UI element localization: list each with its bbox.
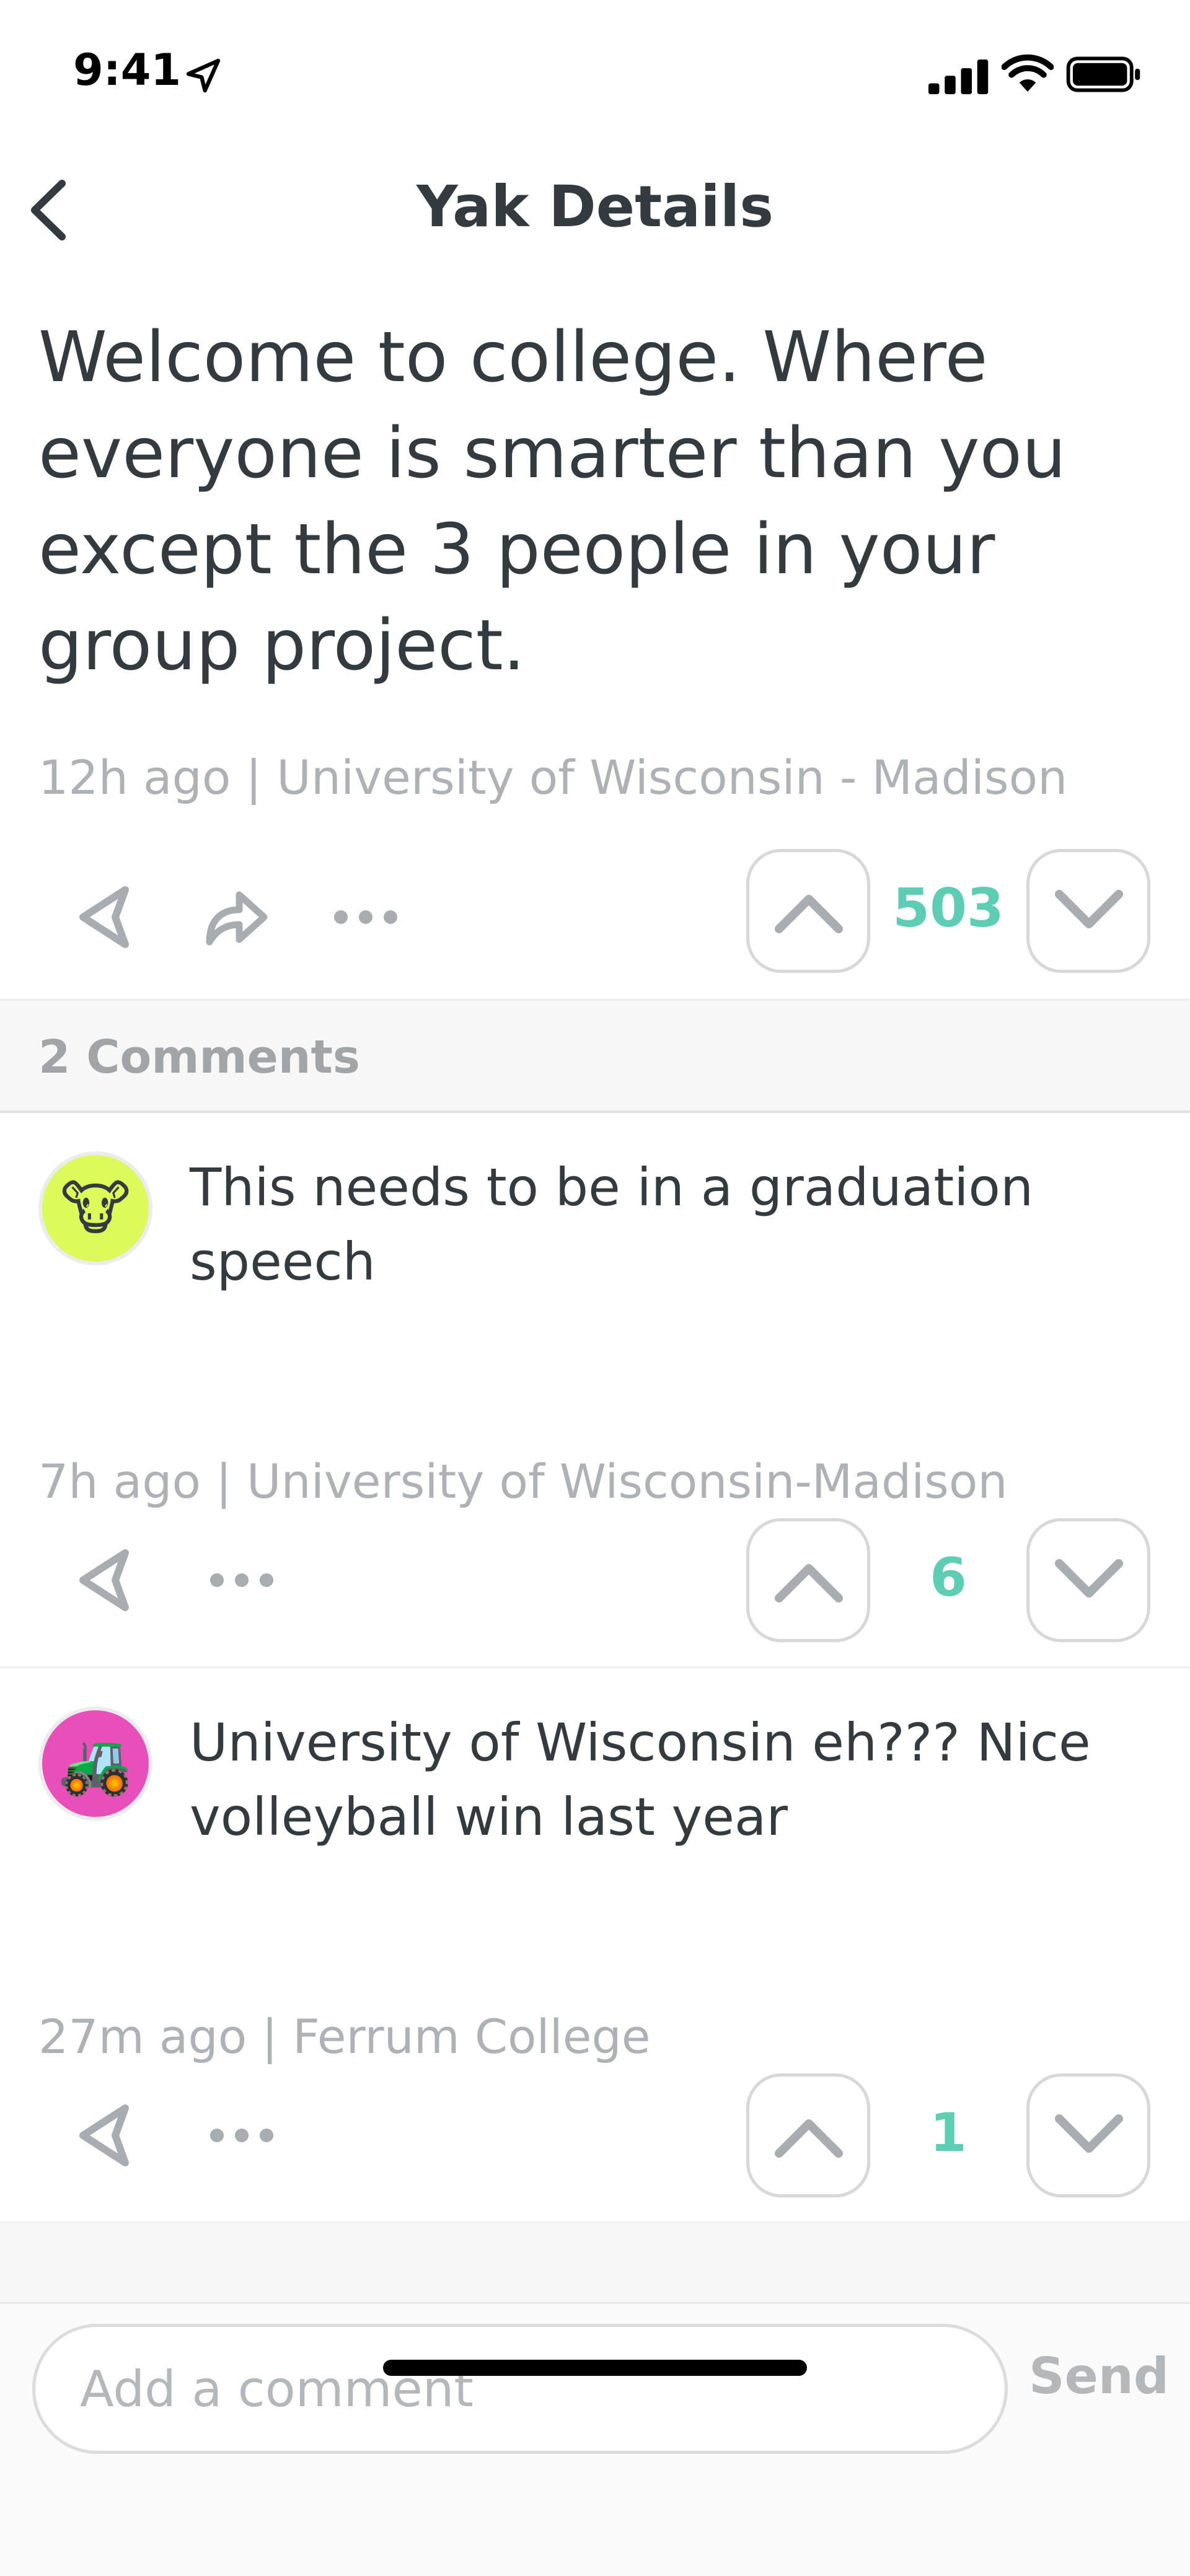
chevron-down-icon <box>1055 890 1123 928</box>
upvote-button[interactable] <box>746 849 870 973</box>
more-dots-icon[interactable] <box>205 2098 279 2173</box>
cellular-signal-icon <box>928 59 989 94</box>
more-dots-icon[interactable] <box>205 1543 279 1617</box>
upvote-button[interactable] <box>746 2073 870 2197</box>
post-meta: 12h ago | University of Wisconsin - Madi… <box>38 750 1068 805</box>
send-paper-plane-icon[interactable] <box>68 2098 143 2173</box>
post-actions: 503 <box>0 849 1190 985</box>
page-title: Yak Details <box>416 174 774 240</box>
vote-count: 6 <box>930 1547 967 1609</box>
post-text: Welcome to college. Where everyone is sm… <box>38 317 1067 686</box>
list-footer-spacer <box>0 2223 1190 2302</box>
comment-item: 🐮 This needs to be in a graduation speec… <box>0 1113 1190 1668</box>
more-dots-icon[interactable] <box>328 880 403 954</box>
chevron-up-icon <box>775 2119 843 2158</box>
send-paper-plane-icon[interactable] <box>68 1543 143 1617</box>
comments-header: 2 Comments <box>0 999 1190 1113</box>
chevron-down-icon <box>1055 2114 1123 2153</box>
battery-icon <box>1066 56 1140 92</box>
send-paper-plane-icon[interactable] <box>68 880 143 954</box>
vote-count: 1 <box>930 2102 967 2164</box>
home-indicator <box>383 2360 807 2376</box>
comment-input[interactable] <box>32 2324 1008 2454</box>
chevron-down-icon <box>1055 1559 1123 1598</box>
wifi-icon <box>1002 54 1054 92</box>
send-button[interactable]: Send <box>1029 2347 1169 2405</box>
status-bar: 9:41 <box>0 0 1190 143</box>
comment-input-bar: Send <box>0 2302 1190 2576</box>
downvote-button[interactable] <box>1026 2073 1150 2197</box>
downvote-button[interactable] <box>1026 849 1150 973</box>
comment-actions: 1 <box>0 2073 1190 2210</box>
comment-meta: 7h ago | University of Wisconsin-Madison <box>38 1454 1008 1509</box>
comments-count: 2 Comments <box>38 1031 360 1084</box>
comment-actions: 6 <box>0 1518 1190 1655</box>
avatar-tractor-icon: 🚜 <box>38 1707 152 1821</box>
chevron-up-icon <box>775 1564 843 1602</box>
nav-bar: Yak Details <box>0 143 1190 279</box>
chevron-up-icon <box>775 895 843 933</box>
comment-text: This needs to be in a graduation speech <box>190 1157 1034 1292</box>
share-arrow-icon[interactable] <box>197 880 271 954</box>
downvote-button[interactable] <box>1026 1518 1150 1642</box>
comment-meta: 27m ago | Ferrum College <box>38 2009 651 2064</box>
comment-item: 🚜 University of Wisconsin eh??? Nice vol… <box>0 1668 1190 2223</box>
vote-count: 503 <box>892 877 1004 939</box>
status-time: 9:41 <box>73 45 182 95</box>
comment-text: University of Wisconsin eh??? Nice volle… <box>190 1712 1091 1847</box>
location-arrow-icon <box>186 58 221 93</box>
upvote-button[interactable] <box>746 1518 870 1642</box>
avatar-cow-icon: 🐮 <box>38 1151 152 1265</box>
